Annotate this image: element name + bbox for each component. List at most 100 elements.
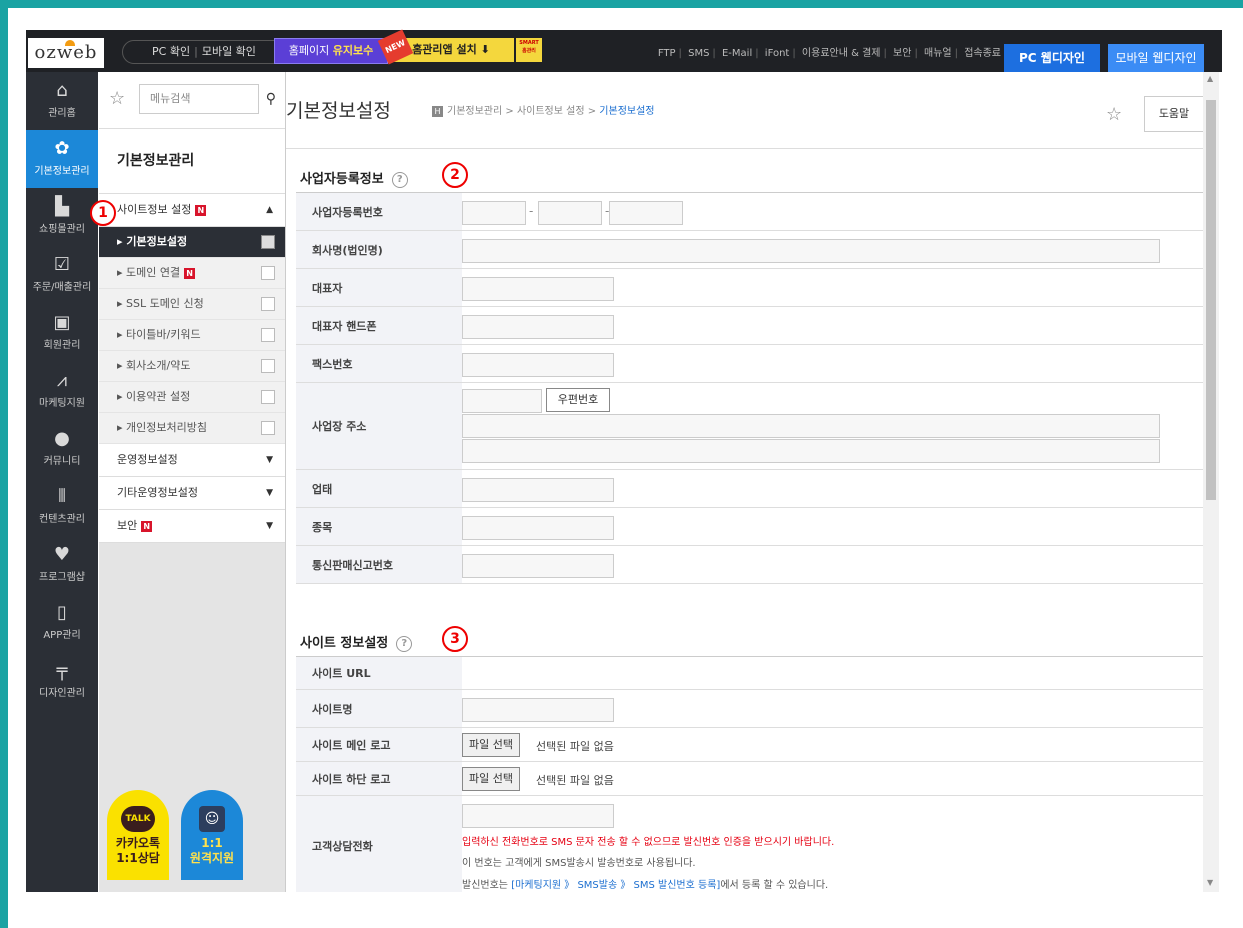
nav-orders[interactable]: ☑ 주문/매출관리 — [26, 246, 98, 304]
tab-mobile-webdesign[interactable]: 모바일 웹디자인 — [1108, 44, 1204, 72]
chart-line-icon: ⩘ — [56, 370, 68, 391]
main-logo-file-button[interactable]: 파일 선택 — [462, 733, 520, 757]
zip-search-button[interactable]: 우편번호 — [546, 388, 610, 412]
page-icon[interactable] — [261, 235, 275, 249]
ozweb-logo[interactable]: ozweb — [28, 38, 104, 68]
label-site-url: 사이트 URL — [296, 657, 462, 689]
page-icon[interactable] — [261, 297, 275, 311]
util-manual[interactable]: 매뉴얼 — [924, 48, 952, 59]
nav-label: 프로그램샵 — [39, 572, 85, 583]
favorite-star-icon[interactable]: ☆ — [109, 88, 125, 109]
submenu-item-ssl[interactable]: ▸ SSL 도메인 신청 — [99, 289, 285, 320]
business-info-title: 사업자등록정보? — [300, 168, 408, 188]
submenu-item-terms[interactable]: ▸ 이용약관 설정 — [99, 382, 285, 413]
sms-register-link[interactable]: [마케팅지원 》 SMS발송 》 SMS 발신번호 등록] — [511, 880, 720, 891]
ceo-phone-input[interactable] — [462, 315, 614, 339]
address2-input[interactable] — [462, 439, 1160, 463]
reg-no-part2-input[interactable] — [538, 201, 602, 225]
nav-design[interactable]: ╤ 디자인관리 — [26, 652, 98, 710]
nav-program-shop[interactable]: ♥ 프로그램샵 — [26, 536, 98, 594]
mail-order-no-input[interactable] — [462, 554, 614, 578]
reg-no-part3-input[interactable] — [609, 201, 683, 225]
nav-community[interactable]: ● 커뮤니티 — [26, 420, 98, 478]
util-ftp[interactable]: FTP — [658, 48, 676, 59]
search-placeholder: 메뉴검색 — [150, 92, 191, 105]
nav-shopping[interactable]: ▙ 쇼핑몰관리 — [26, 188, 98, 246]
nav-label: 커뮤니티 — [43, 456, 81, 467]
scroll-thumb[interactable] — [1206, 100, 1216, 500]
page-icon[interactable] — [261, 390, 275, 404]
remote-support-button[interactable]: ☺ 1:1 원격지원 — [181, 790, 243, 880]
label-biz-item: 종목 — [296, 508, 462, 545]
mobile-icon: ▯ — [57, 602, 67, 623]
nav-members[interactable]: ▣ 회원관리 — [26, 304, 98, 362]
page-icon[interactable] — [261, 421, 275, 435]
site-name-input[interactable] — [462, 698, 614, 722]
kakao-talk-icon: TALK — [121, 806, 155, 832]
fax-input[interactable] — [462, 353, 614, 377]
util-ifont[interactable]: iFont — [765, 48, 790, 59]
ceo-input[interactable] — [462, 277, 614, 301]
help-question-icon[interactable]: ? — [391, 171, 408, 188]
crumb-1[interactable]: 기본정보관리 — [447, 106, 502, 117]
biz-item-input[interactable] — [462, 516, 614, 540]
submenu-item-domain[interactable]: ▸ 도메인 연결 N — [99, 258, 285, 289]
page-icon[interactable] — [261, 266, 275, 280]
site-info-form: 사이트 URL 사이트명 사이트 메인 로고 파일 선택 선택된 파일 없음 사이… — [296, 656, 1203, 892]
util-billing[interactable]: 이용료안내 & 결제 — [802, 48, 881, 59]
crumb-2[interactable]: 사이트정보 설정 — [517, 106, 585, 117]
caret-down-icon: ▼ — [266, 488, 273, 498]
view-mobile-link[interactable]: 모바일 확인 — [202, 45, 256, 58]
crumb-current: 기본정보설정 — [599, 106, 655, 117]
nav-admin-home[interactable]: ⌂ 관리홈 — [26, 72, 98, 130]
caret-down-icon: ▼ — [266, 521, 273, 531]
page-header: 기본정보설정 H 기본정보관리 > 사이트정보 설정 > 기본정보설정 ☆ 도움말 — [286, 72, 1203, 149]
zip-input[interactable] — [462, 389, 542, 413]
util-sms[interactable]: SMS — [688, 48, 709, 59]
reg-no-part1-input[interactable] — [462, 201, 526, 225]
page-icon[interactable] — [261, 359, 275, 373]
home-icon: ⌂ — [56, 80, 68, 101]
menu-search-input[interactable]: 메뉴검색 ⚲ — [139, 84, 276, 114]
page-icon[interactable] — [261, 328, 275, 342]
bookmark-star-icon[interactable]: ☆ — [1106, 104, 1122, 125]
view-pc-link[interactable]: PC 확인 — [152, 45, 190, 58]
main-scrollbar[interactable]: ▲ ▼ — [1203, 72, 1219, 892]
label-cs-phone: 고객상담전화 — [296, 796, 462, 892]
cs-phone-input[interactable] — [462, 804, 614, 828]
group-site-info[interactable]: 사이트정보 설정 N ▲ — [99, 194, 285, 227]
nav-marketing[interactable]: ⩘ 마케팅지원 — [26, 362, 98, 420]
kakao-chat-button[interactable]: TALK 카카오톡 1:1상담 — [107, 790, 169, 880]
submenu-item-basic-info[interactable]: ▸ 기본정보설정 — [99, 227, 285, 258]
util-email[interactable]: E-Mail — [722, 48, 752, 59]
submenu-item-company[interactable]: ▸ 회사소개/약도 — [99, 351, 285, 382]
help-button[interactable]: 도움말 — [1144, 96, 1203, 132]
heart-icon: ♥ — [53, 544, 71, 565]
group-etc-operation[interactable]: 기타운영정보설정 ▼ — [99, 477, 285, 510]
maintenance-button[interactable]: 홈페이지 유지보수 — [274, 38, 388, 64]
group-operation[interactable]: 운영정보설정 ▼ — [99, 444, 285, 477]
scroll-up-arrow-icon[interactable]: ▲ — [1207, 74, 1213, 83]
search-icon[interactable]: ⚲ — [266, 85, 276, 113]
tab-pc-webdesign[interactable]: PC 웹디자인 — [1004, 44, 1100, 72]
home-crumb-icon: H — [432, 106, 443, 117]
footer-logo-file-button[interactable]: 파일 선택 — [462, 767, 520, 791]
submenu-item-privacy[interactable]: ▸ 개인정보처리방침 — [99, 413, 285, 444]
submenu-item-titlebar[interactable]: ▸ 타이틀바/키워드 — [99, 320, 285, 351]
address1-input[interactable] — [462, 414, 1160, 438]
util-logout[interactable]: 접속종료 — [964, 48, 1001, 59]
app-install-button[interactable]: NEW 홈관리앱 설치 ⬇ — [377, 29, 514, 65]
nav-app[interactable]: ▯ APP관리 — [26, 594, 98, 652]
biz-type-input[interactable] — [462, 478, 614, 502]
smart-manager-button[interactable]: SMART 홈관리 — [516, 38, 542, 62]
company-input[interactable] — [462, 239, 1160, 263]
new-badge: N — [141, 520, 153, 532]
nav-basic-info[interactable]: ✿ 기본정보관리 — [26, 130, 98, 188]
group-security[interactable]: 보안 N ▼ — [99, 510, 285, 543]
caret-down-icon: ▼ — [266, 455, 273, 465]
scroll-down-arrow-icon[interactable]: ▼ — [1207, 878, 1213, 887]
help-question-icon[interactable]: ? — [396, 635, 413, 652]
item-label: ▸ 도메인 연결 — [117, 266, 181, 279]
util-security[interactable]: 보안 — [893, 48, 911, 59]
nav-contents[interactable]: ⫴ 컨텐츠관리 — [26, 478, 98, 536]
